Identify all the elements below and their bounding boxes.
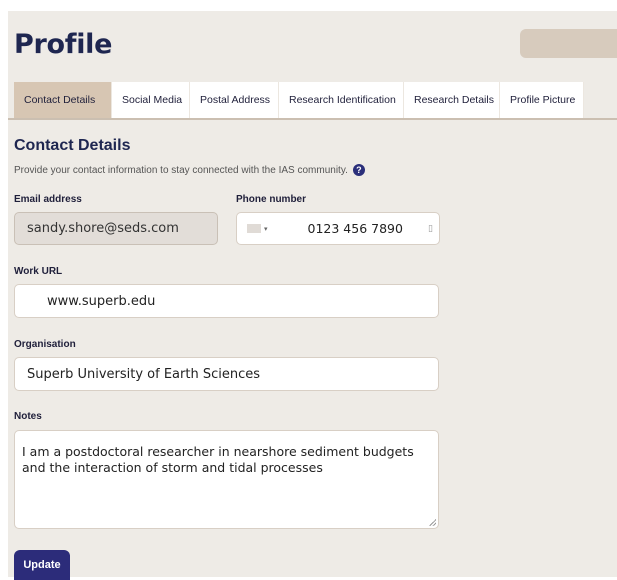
email-value: sandy.shore@seds.com [27,221,179,236]
tab-contact-details[interactable]: Contact Details [14,82,112,118]
section-description-text: Provide your contact information to stay… [14,164,348,176]
chevron-down-icon[interactable]: ▾ [264,225,268,233]
tab-social-media[interactable]: Social Media [112,82,190,118]
page-title: Profile [14,29,113,60]
tab-research-identification[interactable]: Research Identification [279,82,404,118]
organisation-label: Organisation [14,339,76,350]
notes-value: I am a postdoctoral researcher in nearsh… [22,444,414,475]
work-url-value: www.superb.edu [47,293,156,309]
tab-profile-picture[interactable]: Profile Picture [500,82,584,118]
tab-divider [8,118,617,120]
tab-postal-address[interactable]: Postal Address [190,82,279,118]
section-title: Contact Details [14,137,131,154]
update-button[interactable]: Update [14,550,70,580]
notes-label: Notes [14,411,42,422]
email-field[interactable]: sandy.shore@seds.com [14,212,218,245]
tab-research-details[interactable]: Research Details [404,82,500,118]
phone-value: 0123 456 7890 [307,221,403,236]
notes-textarea[interactable]: I am a postdoctoral researcher in nearsh… [14,430,439,529]
phone-icon: ▯ [428,223,433,234]
country-flag-icon[interactable] [247,224,261,233]
work-url-label: Work URL [14,266,63,277]
header-action-button[interactable] [520,29,617,58]
phone-label: Phone number [236,194,307,205]
organisation-field[interactable]: Superb University of Earth Sciences [14,357,439,391]
profile-page: Profile Contact Details Social Media Pos… [8,11,617,580]
work-url-field[interactable]: www.superb.edu [14,284,439,318]
resize-handle-icon[interactable] [429,519,436,526]
tab-bar: Contact Details Social Media Postal Addr… [14,82,584,118]
phone-field[interactable]: ▾ 0123 456 7890 ▯ [236,212,440,245]
organisation-value: Superb University of Earth Sciences [27,366,261,382]
help-icon[interactable]: ? [352,164,365,176]
email-label: Email address [14,194,82,205]
section-description: Provide your contact information to stay… [14,164,365,176]
